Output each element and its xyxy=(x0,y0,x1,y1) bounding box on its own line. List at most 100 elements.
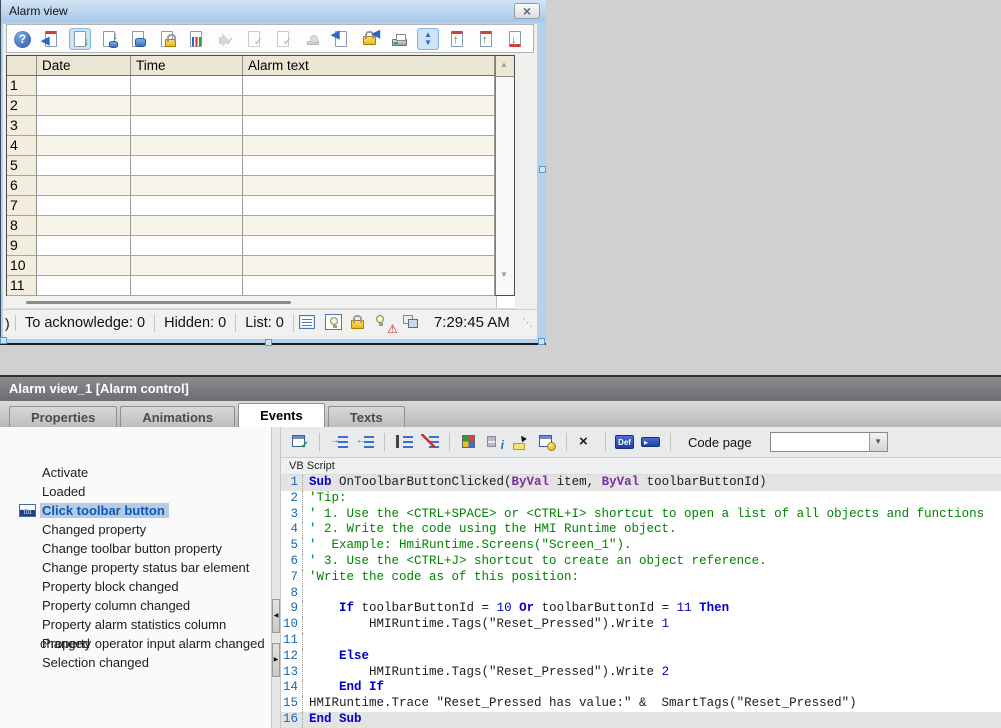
scroll-up-arrow-icon[interactable]: ▲ xyxy=(500,60,508,69)
windows-icon[interactable] xyxy=(400,313,424,333)
event-item-changed-property[interactable]: Changed property xyxy=(0,520,271,539)
alarm-warning-icon[interactable]: ⚠ xyxy=(374,313,398,333)
delete-icon[interactable]: × xyxy=(576,432,596,452)
scroll-up-icon[interactable]: ↑ xyxy=(475,28,497,50)
statistics-icon[interactable] xyxy=(185,28,207,50)
table-cell xyxy=(243,96,495,116)
indent-icon[interactable]: → xyxy=(329,432,349,452)
alarm-view-titlebar[interactable]: Alarm view × xyxy=(1,0,546,22)
alarm-list-icon[interactable]: ↓ xyxy=(69,28,91,50)
code-line[interactable]: 13 HMIRuntime.Tags("Reset_Pressed").Writ… xyxy=(281,665,1001,681)
code-line[interactable]: 16End Sub xyxy=(281,712,1001,728)
table-row[interactable]: 8 xyxy=(7,216,495,236)
tab-properties[interactable]: Properties xyxy=(9,406,117,427)
code-line[interactable]: 12 Else xyxy=(281,649,1001,665)
definition-icon[interactable]: Def xyxy=(615,432,635,452)
code-line[interactable]: 15HMIRuntime.Trace "Reset_Pressed has va… xyxy=(281,696,1001,712)
event-item-click-toolbar-button[interactable]: Click toolbar button xyxy=(0,501,271,520)
selection-handle[interactable] xyxy=(265,339,272,346)
horizontal-scrollbar[interactable] xyxy=(6,296,515,309)
sort-icon[interactable]: ▲▼ xyxy=(417,28,439,50)
table-row[interactable]: 2 xyxy=(7,96,495,116)
emergency-acknowledge-icon[interactable] xyxy=(301,28,323,50)
acknowledge-central-signal-icon[interactable]: ✓ xyxy=(214,28,236,50)
pointer-mode-icon[interactable]: ▲ xyxy=(511,432,531,452)
table-row[interactable]: 11 xyxy=(7,276,495,296)
event-item-property-alarm-statistics-column-changed[interactable]: Property alarm statistics column changed xyxy=(0,615,271,634)
table-row[interactable]: 5 xyxy=(7,156,495,176)
code-line[interactable]: 5' Example: HmiRuntime.Screens("Screen_1… xyxy=(281,538,1001,554)
table-row[interactable]: 10 xyxy=(7,256,495,276)
column-header[interactable]: Alarm text xyxy=(243,56,495,75)
pane-splitter[interactable]: ◀ ▶ xyxy=(271,427,281,728)
code-page-select[interactable]: ▼ xyxy=(770,432,888,452)
scrollbar-thumb[interactable] xyxy=(26,301,291,304)
table-row[interactable]: 1 xyxy=(7,76,495,96)
code-line[interactable]: 6' 3. Use the <CTRL+J> shortcut to creat… xyxy=(281,554,1001,570)
code-line[interactable]: 14 End If xyxy=(281,680,1001,696)
selection-handle[interactable] xyxy=(538,338,545,345)
alarm-list-status-icon[interactable] xyxy=(296,313,320,333)
toolbar-separator xyxy=(319,433,320,451)
code-area[interactable]: 1Sub OnToolbarButtonClicked(ByVal item, … xyxy=(281,475,1001,728)
column-header[interactable]: Date xyxy=(37,56,131,75)
chevron-down-icon[interactable]: ▼ xyxy=(869,433,887,451)
table-row[interactable]: 4 xyxy=(7,136,495,156)
table-row[interactable]: 7 xyxy=(7,196,495,216)
close-button[interactable]: × xyxy=(514,3,540,19)
code-line[interactable]: 3' 1. Use the <CTRL+SPACE> or <CTRL+I> s… xyxy=(281,507,1001,523)
event-item-change-toolbar-button-property[interactable]: Change toolbar button property xyxy=(0,539,271,558)
event-item-change-property-status-bar-element[interactable]: Change property status bar element xyxy=(0,558,271,577)
event-item-property-column-changed[interactable]: Property column changed xyxy=(0,596,271,615)
help-icon[interactable]: ? xyxy=(11,28,33,50)
code-line[interactable]: 11 xyxy=(281,633,1001,649)
collapse-right-icon[interactable]: ▶ xyxy=(272,643,280,677)
tab-events[interactable]: Events xyxy=(238,403,325,427)
lock-status-icon[interactable] xyxy=(348,313,372,333)
table-row[interactable]: 3 xyxy=(7,116,495,136)
unlock-display-icon[interactable]: ◀ xyxy=(359,28,381,50)
lock-display-icon[interactable] xyxy=(156,28,178,50)
code-line[interactable]: 2'Tip: xyxy=(281,491,1001,507)
tab-animations[interactable]: Animations xyxy=(120,406,235,427)
selection-handle[interactable] xyxy=(539,166,546,173)
hide-structure-icon[interactable] xyxy=(420,432,440,452)
column-header[interactable]: Time xyxy=(131,56,243,75)
loop-in-alarm-icon[interactable]: ◀ xyxy=(40,28,62,50)
event-item-property-block-changed[interactable]: Property block changed xyxy=(0,577,271,596)
show-structure-icon[interactable] xyxy=(394,432,414,452)
scroll-down-arrow-icon[interactable]: ▼ xyxy=(500,270,508,279)
code-line[interactable]: 8 xyxy=(281,586,1001,602)
print-icon[interactable] xyxy=(388,28,410,50)
code-line[interactable]: 7'Write the code as of this position: xyxy=(281,570,1001,586)
acknowledge-group-icon[interactable]: ✓ xyxy=(272,28,294,50)
code-line[interactable]: 9 If toolbarButtonId = 10 Or toolbarButt… xyxy=(281,601,1001,617)
display-log-icon[interactable]: ↓ xyxy=(98,28,120,50)
vertical-scrollbar[interactable]: ▲ ▼ xyxy=(495,56,514,295)
scroll-last-icon[interactable]: ↓ xyxy=(504,28,526,50)
archive-icon[interactable] xyxy=(127,28,149,50)
hint-icon[interactable] xyxy=(322,313,346,333)
info-text-icon[interactable]: ◀ xyxy=(330,28,352,50)
validate-script-icon[interactable]: ✓ xyxy=(290,432,310,452)
selection-handle[interactable] xyxy=(0,337,7,344)
console-icon[interactable]: ▸ xyxy=(641,432,661,452)
table-row[interactable]: 9 xyxy=(7,236,495,256)
event-item-activate[interactable]: Activate xyxy=(0,463,271,482)
collapse-left-icon[interactable]: ◀ xyxy=(272,599,280,633)
outdent-icon[interactable]: ← xyxy=(355,432,375,452)
symbol-list-icon[interactable] xyxy=(459,432,479,452)
resize-grip-icon[interactable]: ⋱ xyxy=(522,316,533,329)
code-line[interactable]: 10 HMIRuntime.Tags("Reset_Pressed").Writ… xyxy=(281,617,1001,633)
object-info-icon[interactable]: i xyxy=(485,432,505,452)
acknowledge-icon[interactable]: ✓ xyxy=(243,28,265,50)
insert-object-icon[interactable] xyxy=(537,432,557,452)
code-line[interactable]: 1Sub OnToolbarButtonClicked(ByVal item, … xyxy=(281,475,1001,491)
event-item-property-operator-input-alarm-changed[interactable]: Property operator input alarm changed xyxy=(0,634,271,653)
code-line[interactable]: 4' 2. Write the code using the HMI Runti… xyxy=(281,522,1001,538)
event-item-loaded[interactable]: Loaded xyxy=(0,482,271,501)
table-row[interactable]: 6 xyxy=(7,176,495,196)
event-item-selection-changed[interactable]: Selection changed xyxy=(0,653,271,672)
tab-texts[interactable]: Texts xyxy=(328,406,405,427)
scroll-first-icon[interactable]: ↑ xyxy=(446,28,468,50)
